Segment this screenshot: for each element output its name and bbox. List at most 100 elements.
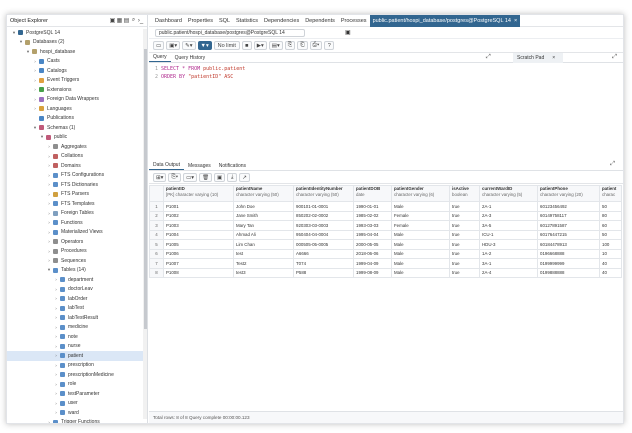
tree-node[interactable]: › Collations	[7, 152, 147, 162]
tree-node[interactable]: › user	[7, 399, 147, 409]
table-cell[interactable]: 2A-4	[479, 267, 538, 278]
table-cell[interactable]: true	[449, 267, 480, 278]
tab-dependents[interactable]: Dependents	[302, 15, 338, 27]
table-cell[interactable]: 60127891587	[537, 220, 600, 231]
tree-node[interactable]: › Catalogs	[7, 66, 147, 76]
tab-dependencies[interactable]: Dependencies	[261, 15, 302, 27]
tree-node[interactable]: › labTest	[7, 304, 147, 314]
tab-properties[interactable]: Properties	[185, 15, 216, 27]
table-cell[interactable]: 0196668888	[537, 248, 600, 259]
table-cell[interactable]: 1993-03-03	[353, 220, 392, 231]
chevron-right-icon[interactable]: ›	[53, 315, 59, 320]
table-cell[interactable]: 0199888888	[537, 267, 600, 278]
table-row[interactable]: 5 P1005 Lim Chan 000505-05-0005 2000-05-05 Ma…	[149, 239, 622, 250]
tree-node[interactable]: › medicine	[7, 323, 147, 333]
chevron-right-icon[interactable]: ›	[53, 334, 59, 339]
tree-node[interactable]: › department	[7, 275, 147, 285]
chevron-right-icon[interactable]: ›	[53, 410, 59, 415]
chevron-right-icon[interactable]: ›	[46, 211, 52, 216]
tree-node[interactable]: › FTS Configurations	[7, 171, 147, 181]
table-cell[interactable]: 40	[599, 258, 622, 269]
table-cell[interactable]: Female	[391, 210, 450, 221]
table-cell[interactable]: 850202-02-0002	[293, 210, 354, 221]
chevron-down-icon[interactable]: ▾	[11, 30, 17, 36]
tab-statistics[interactable]: Statistics	[233, 15, 261, 27]
tree-node[interactable]: › testParameter	[7, 389, 147, 399]
table-row[interactable]: 8 P1008 test3 P588 1999-08-09 Male true 2A-4 019…	[149, 267, 622, 278]
grid-icon[interactable]: ▦	[116, 17, 123, 25]
table-cell[interactable]: John Doe	[233, 201, 294, 212]
table-cell[interactable]: P588	[293, 267, 354, 278]
connection-select[interactable]: public.patient/hospi_database/postgres@P…	[155, 28, 305, 37]
table-row[interactable]: 3 P1003 Mary Tan 920303-03-0003 1993-03-03 Fe…	[149, 220, 622, 231]
table-cell[interactable]: 60123456492	[537, 201, 600, 212]
table-cell[interactable]: P1008	[163, 267, 234, 278]
table-row[interactable]: 2 P1002 Jane Smith 850202-02-0002 1985-02-02…	[149, 210, 622, 221]
table-cell[interactable]: 10	[599, 248, 622, 259]
table-cell[interactable]: P1005	[163, 239, 234, 250]
table-cell[interactable]: 40	[599, 267, 622, 278]
table-cell[interactable]: HDU-3	[479, 239, 538, 250]
filter-icon[interactable]: ▼▾	[197, 41, 212, 50]
table-cell[interactable]: true	[449, 258, 480, 269]
tree-node[interactable]: › patient	[7, 351, 147, 361]
tree-node[interactable]: › Trigger Functions	[7, 418, 147, 423]
table-cell[interactable]: 3A-5	[479, 220, 538, 231]
table-cell[interactable]: Jane Smith	[233, 210, 294, 221]
explain-icon[interactable]: ▤▾	[268, 41, 283, 50]
chevron-right-icon[interactable]: ›	[46, 230, 52, 235]
table-cell[interactable]: Male	[391, 267, 450, 278]
chevron-right-icon[interactable]: ›	[32, 59, 38, 64]
save-icon[interactable]: ▣▾	[166, 41, 181, 50]
table-row[interactable]: 1 P1001 John Doe 900101-01-0001 1990-01-01 Ma…	[149, 201, 622, 212]
table-cell[interactable]: Lim Chan	[233, 239, 294, 250]
chevron-right-icon[interactable]: ›	[32, 68, 38, 73]
chevron-right-icon[interactable]: ›	[46, 173, 52, 178]
chevron-right-icon[interactable]: ›	[53, 382, 59, 387]
tree-node[interactable]: ▾ public	[7, 133, 147, 143]
open-file-icon[interactable]: ▭	[153, 41, 165, 50]
table-cell[interactable]: 2A-1	[479, 201, 538, 212]
tree-node[interactable]: › Functions	[7, 218, 147, 228]
help-icon[interactable]: ?	[324, 41, 335, 50]
table-cell[interactable]: P1004	[163, 229, 234, 240]
table-cell[interactable]: P1006	[163, 248, 234, 259]
chevron-down-icon[interactable]: ▾	[39, 134, 45, 140]
table-cell[interactable]: 60176447215	[537, 229, 600, 240]
macros-icon[interactable]: ⎙▾	[309, 41, 323, 50]
expand-icon[interactable]: ⤢	[486, 54, 491, 61]
column-header[interactable]: patientPhone character varying (20)	[537, 185, 600, 202]
tab-notifications[interactable]: Notifications	[215, 163, 250, 170]
add-row-icon[interactable]: ⊞▾	[153, 173, 167, 182]
chevron-right-icon[interactable]: ›	[53, 277, 59, 282]
tab-processes[interactable]: Processes	[338, 15, 370, 27]
stop-icon[interactable]: ■	[241, 41, 252, 50]
table-cell[interactable]: true	[449, 210, 480, 221]
table-cell[interactable]: 1990-01-01	[353, 201, 392, 212]
tree-node[interactable]: › ward	[7, 408, 147, 418]
chevron-down-icon[interactable]: ▾	[18, 39, 24, 45]
table-cell[interactable]: ICU-1	[479, 229, 538, 240]
table-cell[interactable]: 1999-08-09	[353, 267, 392, 278]
expand-icon[interactable]: ⤢	[612, 54, 617, 61]
chevron-right-icon[interactable]: ›	[46, 249, 52, 254]
column-header[interactable]: isActive boolean	[449, 185, 480, 202]
tree-node[interactable]: › prescription	[7, 361, 147, 371]
tree-node[interactable]: › note	[7, 332, 147, 342]
column-header[interactable]: patientName character varying (50)	[233, 185, 294, 202]
chevron-down-icon[interactable]: ▾	[32, 125, 38, 131]
table-cell[interactable]: 60	[599, 220, 622, 231]
table-cell[interactable]: 1985-02-02	[353, 210, 392, 221]
chevron-right-icon[interactable]: ›	[53, 372, 59, 377]
column-header[interactable]: patientDOB date	[353, 185, 392, 202]
sql-editor[interactable]: 1 SELECT * FROM public.patient 2 ORDER B…	[149, 65, 623, 157]
commit-icon[interactable]: ⎘	[284, 41, 296, 50]
tree-node[interactable]: Publications	[7, 114, 147, 124]
table-cell[interactable]: true	[449, 201, 480, 212]
table-cell[interactable]: true	[449, 229, 480, 240]
save-data-icon[interactable]: ▣	[214, 173, 226, 182]
tree-node[interactable]: › Sequences	[7, 256, 147, 266]
column-header[interactable]: patient charac	[599, 185, 622, 202]
chevron-right-icon[interactable]: ›	[53, 306, 59, 311]
graph-icon[interactable]: ↗	[239, 173, 250, 182]
